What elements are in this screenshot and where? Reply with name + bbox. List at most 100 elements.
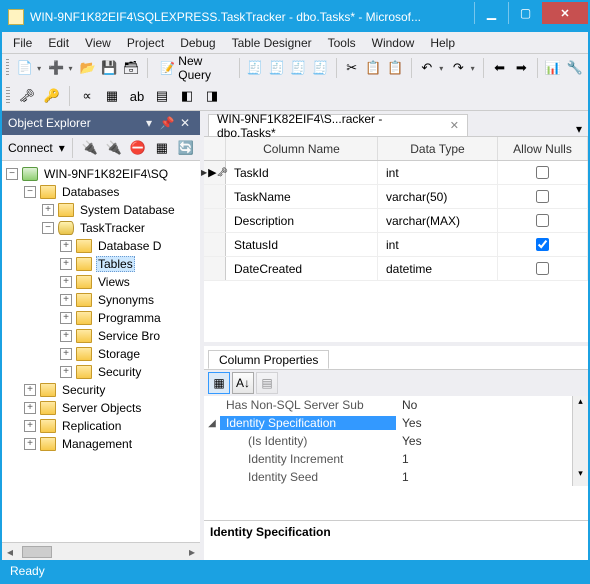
expander-icon[interactable]: + [60,348,72,360]
expander-icon[interactable]: + [24,420,36,432]
new-project-icon[interactable]: 📄 [15,57,34,79]
stop-icon[interactable]: ⛔ [128,137,148,159]
property-value[interactable]: Yes [396,434,572,448]
cell-data-type[interactable]: varchar(50) [378,185,498,208]
tree-synonyms[interactable]: Synonyms [96,293,156,307]
expander-icon[interactable]: + [60,312,72,324]
tree-hscrollbar[interactable]: ◂ ▸ [2,542,200,560]
relationships-icon[interactable]: ∝ [76,85,98,107]
header-allow-nulls[interactable]: Allow Nulls [498,137,588,160]
menu-table-designer[interactable]: Table Designer [225,34,319,52]
property-scrollbar[interactable]: ▴ [572,396,588,414]
tree-security-inner[interactable]: Security [96,365,143,379]
copy-icon[interactable]: 📋 [364,57,383,79]
scroll-right-icon[interactable]: ▸ [184,545,200,559]
expander-icon[interactable]: + [60,276,72,288]
cell-data-type[interactable]: varchar(MAX) [378,209,498,232]
cell-data-type[interactable]: int [378,233,498,256]
tree-security[interactable]: Security [60,383,107,397]
tab-close-icon[interactable]: ✕ [450,119,459,132]
cell-allow-nulls[interactable] [498,185,588,208]
expander-icon[interactable]: + [24,438,36,450]
tree-views[interactable]: Views [96,275,132,289]
dmx-query-icon[interactable]: 🧾 [289,57,308,79]
table-row[interactable]: DateCreateddatetime [204,257,588,281]
redo-icon[interactable]: ↷ [449,57,468,79]
cell-allow-nulls[interactable] [498,161,588,184]
menu-debug[interactable]: Debug [173,34,222,52]
expander-icon[interactable]: + [42,204,54,216]
row-selector[interactable]: ▶🗝 [204,161,226,184]
maximize-button[interactable]: ▢ [508,2,542,24]
tree-serverobjects[interactable]: Server Objects [60,401,143,415]
tree-tables[interactable]: Tables [96,256,135,272]
cell-column-name[interactable]: TaskId [226,161,378,184]
expander-icon[interactable]: − [6,168,18,180]
panel-close-icon[interactable]: ✕ [176,116,194,130]
cell-data-type[interactable]: int [378,161,498,184]
disconnect-icon[interactable]: 🔌 [104,137,124,159]
row-selector[interactable] [204,185,226,208]
cut-icon[interactable]: ✂ [342,57,361,79]
refresh-icon[interactable]: 🔄 [176,137,196,159]
fulltext-icon[interactable]: ▤ [151,85,173,107]
toolbar-grip[interactable] [6,59,9,77]
property-value[interactable]: 1 [396,470,572,484]
cell-column-name[interactable]: TaskName [226,185,378,208]
header-data-type[interactable]: Data Type [378,137,498,160]
tree-servicebroker[interactable]: Service Bro [96,329,162,343]
property-scrollbar[interactable]: ▾ [572,468,588,486]
property-row[interactable]: Identity Seed1▾ [204,468,588,486]
menu-window[interactable]: Window [365,34,422,52]
table-row[interactable]: Descriptionvarchar(MAX) [204,209,588,233]
mdx-query-icon[interactable]: 🧾 [267,57,286,79]
menu-edit[interactable]: Edit [41,34,76,52]
indexes-icon[interactable]: ▦ [101,85,123,107]
cell-allow-nulls[interactable] [498,209,588,232]
tree-storage[interactable]: Storage [96,347,142,361]
spatial-indexes-icon[interactable]: ◨ [201,85,223,107]
allow-nulls-checkbox[interactable] [536,238,549,251]
allow-nulls-checkbox[interactable] [536,262,549,275]
row-selector[interactable] [204,209,226,232]
tree-replication[interactable]: Replication [60,419,123,433]
add-item-icon[interactable]: ➕ [47,57,66,79]
check-constraints-icon[interactable]: ab [126,85,148,107]
expander-icon[interactable]: + [60,258,72,270]
open-icon[interactable]: 📂 [78,57,97,79]
property-row[interactable]: ◢Identity SpecificationYes [204,414,588,432]
alphabetical-icon[interactable]: A↓ [232,372,254,394]
expander-icon[interactable]: + [24,384,36,396]
property-scrollbar[interactable] [572,432,588,450]
expander-icon[interactable]: + [60,240,72,252]
table-row[interactable]: TaskNamevarchar(50) [204,185,588,209]
menu-view[interactable]: View [78,34,118,52]
categorized-icon[interactable]: ▦ [208,372,230,394]
expander-icon[interactable]: − [24,186,36,198]
tree-databases[interactable]: Databases [60,185,121,199]
scroll-left-icon[interactable]: ◂ [2,545,18,559]
generate-script-icon[interactable]: 🗝 [16,85,38,107]
expander-icon[interactable]: + [60,330,72,342]
allow-nulls-checkbox[interactable] [536,214,549,227]
property-row[interactable]: (Is Identity)Yes [204,432,588,450]
cell-column-name[interactable]: StatusId [226,233,378,256]
allow-nulls-checkbox[interactable] [536,190,549,203]
save-icon[interactable]: 💾 [100,57,119,79]
table-row[interactable]: ▶🗝TaskIdint [204,161,588,185]
minimize-button[interactable]: ▁ [474,2,508,24]
property-grid[interactable]: Has Non-SQL Server SubNo▴◢Identity Speci… [204,396,588,520]
property-row[interactable]: Has Non-SQL Server SubNo▴ [204,396,588,414]
db-engine-query-icon[interactable]: 🧾 [246,57,265,79]
document-tab[interactable]: WIN-9NF1K82EIF4\S...racker - dbo.Tasks* … [208,114,468,136]
tree-sysdb[interactable]: System Database [78,203,177,217]
panel-dropdown-icon[interactable]: ▾ [140,116,158,130]
scroll-thumb[interactable] [22,546,52,558]
property-value[interactable]: No [396,398,572,412]
save-all-icon[interactable]: 🗃 [122,57,141,79]
property-value[interactable]: 1 [396,452,572,466]
cell-allow-nulls[interactable] [498,233,588,256]
menu-help[interactable]: Help [423,34,462,52]
cell-column-name[interactable]: DateCreated [226,257,378,280]
cell-column-name[interactable]: Description [226,209,378,232]
